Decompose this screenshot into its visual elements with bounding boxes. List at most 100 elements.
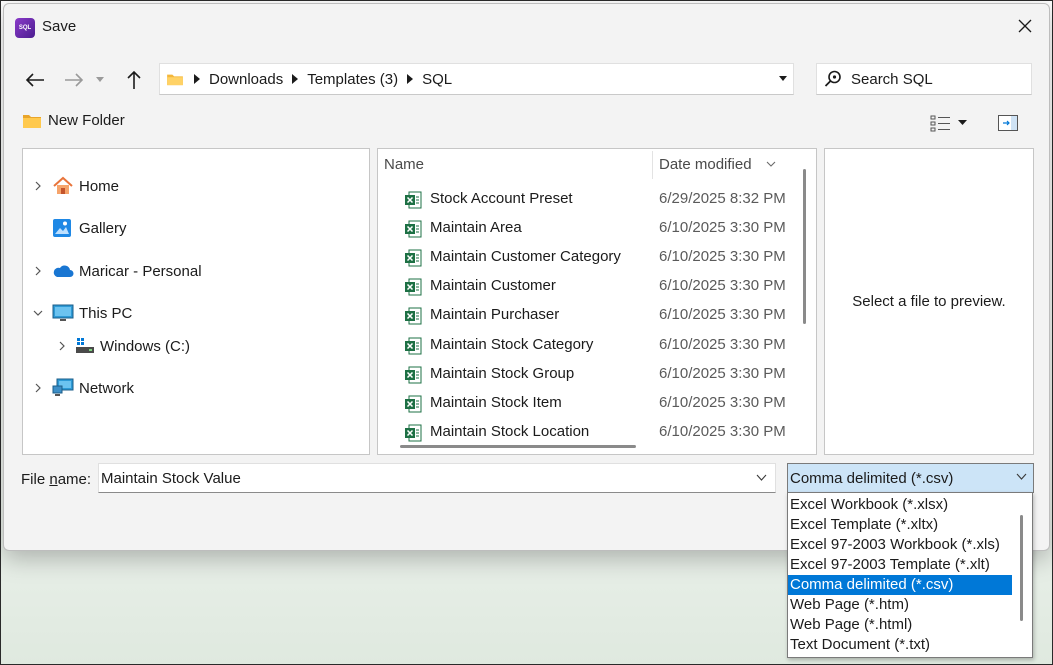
file-date: 6/10/2025 3:30 PM [659, 219, 786, 236]
nav-item-home[interactable]: Home [33, 173, 119, 199]
network-icon [52, 378, 74, 396]
file-date: 6/29/2025 8:32 PM [659, 190, 786, 207]
filename-row: File name: Maintain Stock Value Comma de… [4, 462, 1049, 496]
navigation-pane: Home Gallery Maricar - Personal This PC … [22, 148, 370, 455]
chevron-down-icon [766, 161, 775, 167]
file-row[interactable]: Maintain Customer Category 6/10/2025 3:3… [378, 243, 798, 272]
excel-file-icon [405, 395, 422, 413]
file-row[interactable]: Maintain Area 6/10/2025 3:30 PM [378, 214, 798, 243]
breadcrumb-templates[interactable]: Templates (3) [307, 71, 398, 88]
excel-file-icon [405, 307, 422, 325]
change-view-button[interactable] [930, 112, 976, 134]
vertical-scrollbar[interactable] [803, 169, 806, 324]
address-dropdown-icon[interactable] [779, 76, 787, 81]
excel-file-icon [405, 424, 422, 442]
nav-item-windows-c[interactable]: Windows (C:) [57, 333, 190, 359]
column-header-date-modified[interactable]: Date modified [659, 149, 776, 179]
title-bar: SQL Save [4, 4, 1049, 50]
up-button[interactable] [120, 66, 148, 94]
file-type-option[interactable]: Text Document (*.txt) [788, 635, 1012, 655]
file-name: Maintain Stock Category [430, 336, 594, 353]
file-type-option[interactable]: Excel Template (*.xltx) [788, 515, 1012, 535]
nav-item-label: Home [79, 177, 120, 195]
file-type-option[interactable]: Excel Workbook (*.xlsx) [788, 495, 1012, 515]
preview-message: Select a file to preview. [852, 293, 1006, 310]
file-name: Maintain Purchaser [430, 306, 560, 323]
file-type-dropdown-list: Excel Workbook (*.xlsx) Excel Template (… [787, 492, 1033, 658]
back-button[interactable] [21, 66, 49, 94]
file-name: Maintain Customer [430, 277, 556, 294]
horizontal-scrollbar[interactable] [400, 445, 636, 448]
recent-locations-button[interactable] [92, 66, 108, 94]
preview-pane-toggle[interactable] [997, 113, 1019, 135]
breadcrumb-downloads[interactable]: Downloads [209, 71, 283, 88]
nav-item-network[interactable]: Network [33, 375, 134, 401]
file-row[interactable]: Maintain Purchaser 6/10/2025 3:30 PM [378, 301, 798, 330]
filename-input[interactable]: Maintain Stock Value [98, 463, 776, 493]
file-type-option-selected[interactable]: Comma delimited (*.csv) [788, 575, 1012, 595]
file-date: 6/10/2025 3:30 PM [659, 394, 786, 411]
column-header-label: Name [384, 155, 425, 173]
toolbar: New Folder [4, 108, 1049, 138]
excel-file-icon [405, 249, 422, 267]
file-name: Maintain Area [430, 219, 522, 236]
dropdown-scrollbar[interactable] [1020, 515, 1023, 621]
file-name: Maintain Stock Location [430, 423, 590, 440]
nav-item-label: Network [79, 379, 135, 397]
nav-item-gallery[interactable]: Gallery [52, 215, 127, 241]
excel-file-icon [405, 191, 422, 209]
column-divider[interactable] [652, 151, 653, 179]
home-icon [53, 176, 73, 194]
file-date: 6/10/2025 3:30 PM [659, 336, 786, 353]
nav-item-onedrive-personal[interactable]: Maricar - Personal [33, 258, 202, 284]
excel-file-icon [405, 220, 422, 238]
breadcrumb-sql[interactable]: SQL [422, 71, 452, 88]
chevron-down-icon[interactable] [756, 474, 767, 481]
column-header-name[interactable]: Name [384, 149, 424, 179]
file-row[interactable]: Maintain Stock Location 6/10/2025 3:30 P… [378, 418, 798, 447]
breadcrumb-separator-icon [292, 74, 299, 84]
search-input[interactable]: Search SQL [816, 63, 1032, 95]
file-type-option[interactable]: Web Page (*.html) [788, 615, 1012, 635]
file-date: 6/10/2025 3:30 PM [659, 423, 786, 440]
file-type-option[interactable]: Excel 97-2003 Workbook (*.xls) [788, 535, 1012, 555]
chevron-down-icon [96, 77, 104, 82]
chevron-down-icon [33, 310, 43, 316]
search-placeholder: Search SQL [851, 70, 933, 88]
address-bar[interactable]: Downloads Templates (3) SQL [159, 63, 794, 95]
folder-icon [23, 114, 41, 128]
gallery-icon [53, 219, 71, 237]
breadcrumb-separator-icon [194, 74, 200, 84]
file-type-select[interactable]: Comma delimited (*.csv) [787, 463, 1034, 493]
sql-app-icon: SQL [15, 18, 35, 38]
file-type-option[interactable]: Excel 97-2003 Template (*.xlt) [788, 555, 1012, 575]
close-button[interactable] [1007, 10, 1043, 42]
chevron-right-icon [59, 341, 65, 351]
chevron-right-icon [35, 181, 41, 191]
dialog-title: Save [42, 18, 77, 35]
chevron-right-icon [35, 266, 41, 276]
chevron-right-icon [35, 383, 41, 393]
file-row[interactable]: Maintain Customer 6/10/2025 3:30 PM [378, 272, 798, 301]
onedrive-cloud-icon [53, 265, 74, 277]
nav-item-this-pc[interactable]: This PC [33, 300, 132, 326]
file-name: Maintain Stock Item [430, 394, 562, 411]
file-row[interactable]: Maintain Stock Category 6/10/2025 3:30 P… [378, 331, 798, 360]
chevron-down-icon [958, 120, 967, 125]
file-row[interactable]: Maintain Stock Group 6/10/2025 3:30 PM [378, 360, 798, 389]
forward-button[interactable] [60, 66, 88, 94]
nav-item-label: Gallery [79, 219, 127, 237]
file-date: 6/10/2025 3:30 PM [659, 306, 786, 323]
chevron-down-icon [1016, 473, 1027, 480]
file-row[interactable]: Maintain Stock Item 6/10/2025 3:30 PM [378, 389, 798, 418]
file-row[interactable]: Stock Account Preset 6/29/2025 8:32 PM [378, 185, 798, 214]
navigation-row: Downloads Templates (3) SQL Search SQL [4, 60, 1049, 100]
new-folder-label: New Folder [48, 112, 125, 129]
excel-file-icon [405, 278, 422, 296]
new-folder-button[interactable]: New Folder [22, 112, 125, 129]
file-type-option[interactable]: Web Page (*.htm) [788, 595, 1012, 615]
file-name: Maintain Customer Category [430, 248, 621, 265]
filename-value: Maintain Stock Value [101, 469, 241, 487]
excel-file-icon [405, 337, 422, 355]
arrow-up-icon [127, 70, 141, 89]
